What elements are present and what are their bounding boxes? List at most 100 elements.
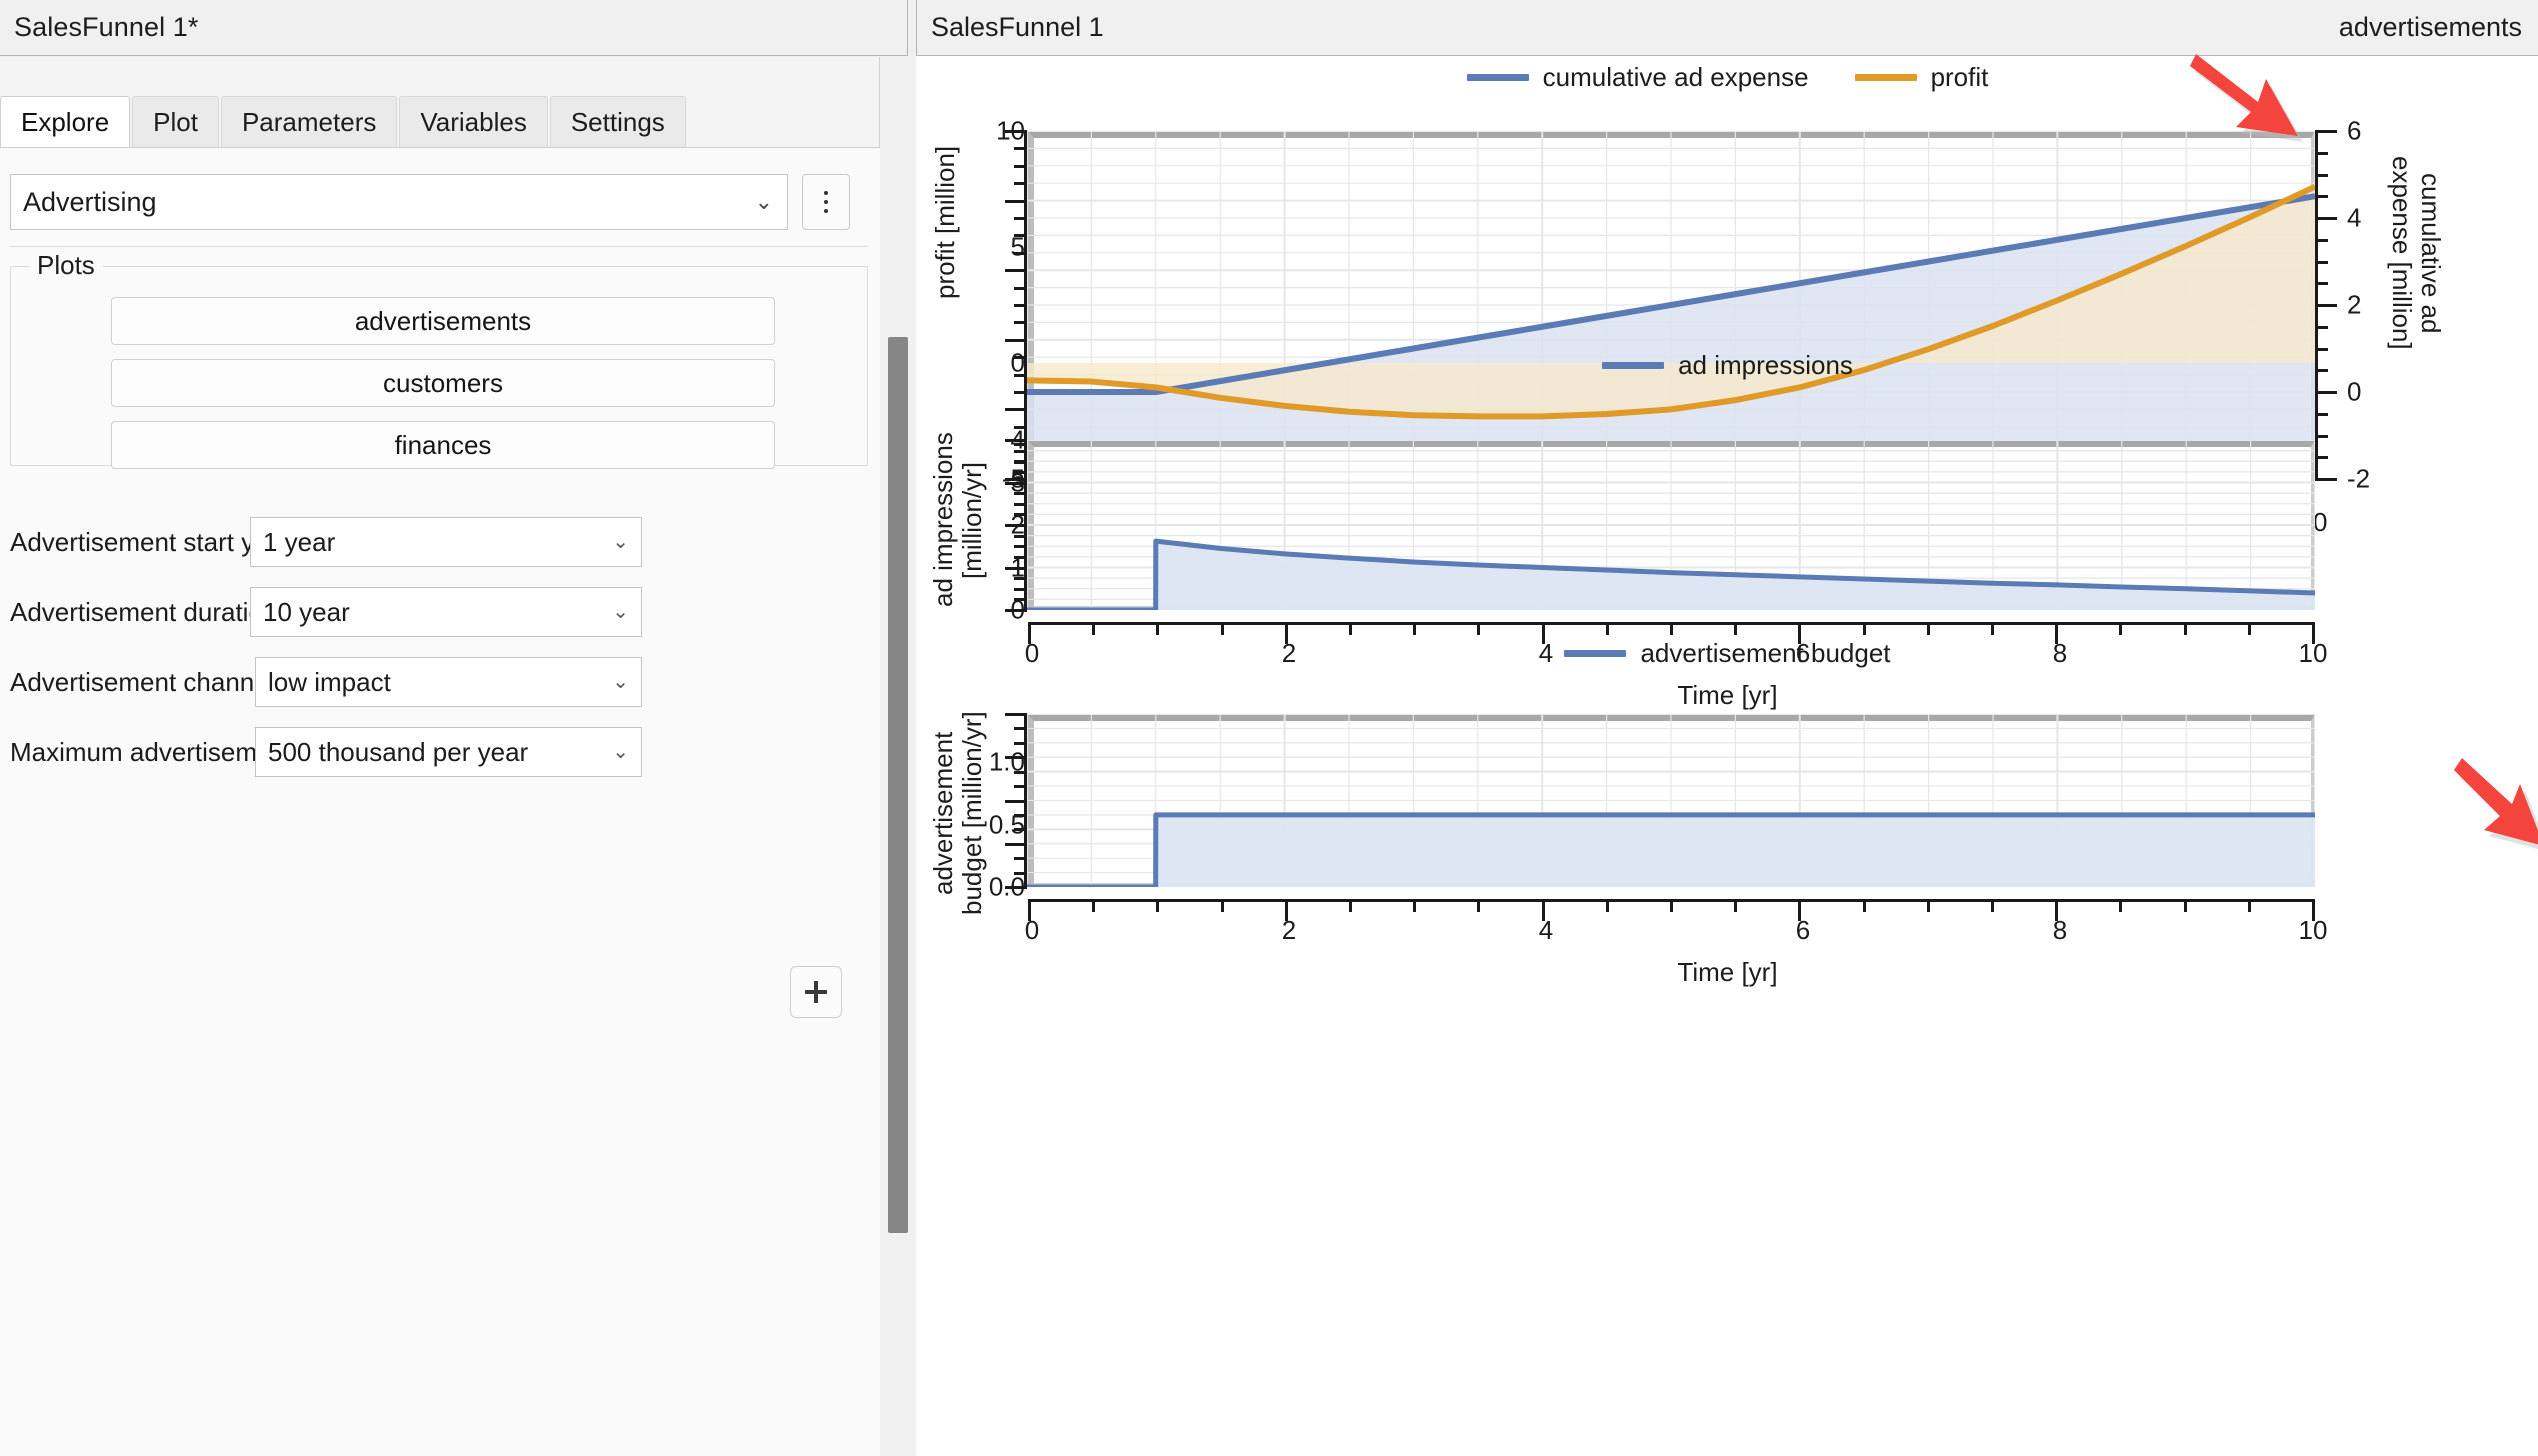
ytick-mark-right [2315, 217, 2337, 220]
plot-button-finances[interactable]: finances [111, 421, 775, 469]
param-value-duration: 10 year [263, 596, 350, 627]
tab-variables[interactable]: Variables [399, 96, 548, 147]
xtick-mark [1092, 899, 1096, 912]
model-select-value: Advertising [23, 186, 157, 217]
param-select-start-year[interactable]: 1 year ⌄ [250, 517, 642, 567]
param-select-duration[interactable]: 10 year ⌄ [250, 587, 642, 637]
chart3-legend: advertisement budget [917, 633, 2538, 673]
chart-profit-ad-expense: cumulative ad expense profit profit [mil… [917, 57, 2538, 580]
kebab-dot [824, 191, 828, 195]
legend-item-profit[interactable]: profit [1854, 61, 1989, 93]
xtick-mark [1541, 899, 1545, 921]
xtick-mark [1220, 899, 1224, 912]
xtick-mark [1156, 899, 1160, 912]
divider [10, 246, 868, 247]
right-panel: SalesFunnel 1 advertisements cumulative … [916, 0, 2538, 1456]
right-panel-title: SalesFunnel 1 [931, 12, 1104, 42]
ytick-mark-right [2315, 130, 2337, 133]
tab-parameters[interactable]: Parameters [220, 96, 398, 147]
tab-variables-label: Variables [420, 106, 527, 137]
chart3-canvas [1027, 714, 2315, 887]
legend-item-advertisement-budget[interactable]: advertisement budget [1564, 637, 1891, 669]
legend-swatch-orange [1854, 73, 1917, 81]
chart1-ylabel-left: profit [million] [930, 145, 960, 299]
xtick-mark [1926, 899, 1930, 912]
model-select[interactable]: Advertising ⌄ [10, 174, 788, 230]
tab-explore[interactable]: Explore [0, 96, 131, 147]
yaxis-line [1024, 714, 1027, 887]
xtick-mark [1349, 899, 1352, 912]
plot-button-label: advertisements [354, 305, 532, 336]
yaxis-line [1024, 440, 1027, 610]
left-scrollbar-thumb[interactable] [888, 337, 908, 1233]
right-title-bar: SalesFunnel 1 advertisements [916, 0, 2538, 56]
tab-settings[interactable]: Settings [549, 96, 686, 147]
left-panel: SalesFunnel 1* Explore Plot Parameters V… [0, 0, 916, 1456]
xtick-mark [1605, 899, 1609, 912]
more-options-icon[interactable] [802, 174, 850, 230]
plots-group: Plots advertisements customers finances [10, 250, 868, 469]
plot-button-customers[interactable]: customers [111, 359, 775, 407]
param-label-duration: Advertisement duration: [10, 596, 285, 627]
model-selector-row: Advertising ⌄ [10, 174, 868, 230]
xtick-mark [1862, 899, 1866, 912]
chevron-down-icon: ⌄ [612, 531, 629, 553]
chart2-plot-box [1027, 440, 2315, 610]
xtick-mark [2247, 899, 2251, 912]
kebab-dot [824, 209, 828, 213]
param-select-max-funds[interactable]: 500 thousand per year ⌄ [255, 727, 642, 777]
chart-ad-impressions: ad impressions ad impressions [million/y… [917, 345, 2538, 711]
xtick-mark [2119, 899, 2123, 912]
legend-label: profit [1930, 61, 1989, 92]
chart2-legend: ad impressions [917, 345, 2538, 385]
plots-group-label: Plots [29, 250, 103, 281]
xtick-mark [1477, 899, 1481, 912]
chart3-ytick: 0.5 [988, 809, 1025, 840]
tab-plot[interactable]: Plot [132, 96, 219, 147]
xtick-mark [1670, 899, 1673, 912]
plot-button-advertisements[interactable]: advertisements [111, 297, 775, 345]
xtick-mark [1798, 899, 1802, 921]
param-value-channel-impact: low impact [268, 666, 391, 697]
legend-swatch-blue [1466, 73, 1529, 81]
explore-panel: Advertising ⌄ Plots advertisements custo… [0, 148, 880, 1456]
xtick-mark [1413, 899, 1417, 912]
tab-bar: Explore Plot Parameters Variables Settin… [0, 96, 880, 148]
param-select-channel-impact[interactable]: low impact ⌄ [255, 657, 642, 707]
legend-label: advertisement budget [1640, 637, 1891, 668]
chart1-legend: cumulative ad expense profit [917, 57, 2538, 97]
param-row-max-funds: Maximum advertisement funds: 500 thousan… [10, 726, 868, 778]
chevron-down-icon: ⌄ [612, 601, 629, 623]
xtick-mark [2183, 899, 2187, 912]
xtick-mark [1991, 899, 1994, 912]
chart3-xtick: 0 [1024, 915, 1040, 945]
xtick-mark [1028, 899, 1031, 921]
param-row-start-year: Advertisement start year: 1 year ⌄ [10, 516, 868, 568]
tab-settings-label: Settings [570, 106, 665, 137]
left-panel-title: SalesFunnel 1* [14, 12, 199, 42]
plot-button-label: customers [383, 367, 503, 398]
chart3-xlabel: Time [yr] [1677, 957, 1778, 987]
legend-item-cumulative-ad-expense[interactable]: cumulative ad expense [1466, 62, 1809, 93]
right-panel-tab-advertisements[interactable]: advertisements [2339, 12, 2522, 43]
xtick-mark [2312, 899, 2315, 921]
param-row-duration: Advertisement duration: 10 year ⌄ [10, 586, 868, 638]
xtick-mark [1734, 899, 1738, 912]
application-window: SalesFunnel 1* Explore Plot Parameters V… [0, 0, 2538, 1456]
chart3-plot-box [1027, 714, 2315, 887]
plot-button-label: finances [394, 429, 492, 460]
legend-item-ad-impressions[interactable]: ad impressions [1602, 350, 1853, 381]
param-value-start-year: 1 year [263, 526, 336, 557]
chart2-canvas [1027, 440, 2315, 610]
kebab-dot [824, 200, 828, 204]
left-panel-body: Explore Plot Parameters Variables Settin… [0, 57, 880, 1456]
chart3-ytick: 1.0 [988, 746, 1025, 777]
chevron-down-icon: ⌄ [754, 189, 773, 214]
add-icon[interactable] [790, 966, 842, 1018]
left-title-bar: SalesFunnel 1* [0, 0, 908, 56]
tab-parameters-label: Parameters [241, 106, 377, 137]
ytick-mark-right [2315, 304, 2337, 307]
param-value-max-funds: 500 thousand per year [268, 736, 529, 767]
legend-swatch-blue [1564, 649, 1627, 657]
chevron-down-icon: ⌄ [612, 671, 629, 693]
